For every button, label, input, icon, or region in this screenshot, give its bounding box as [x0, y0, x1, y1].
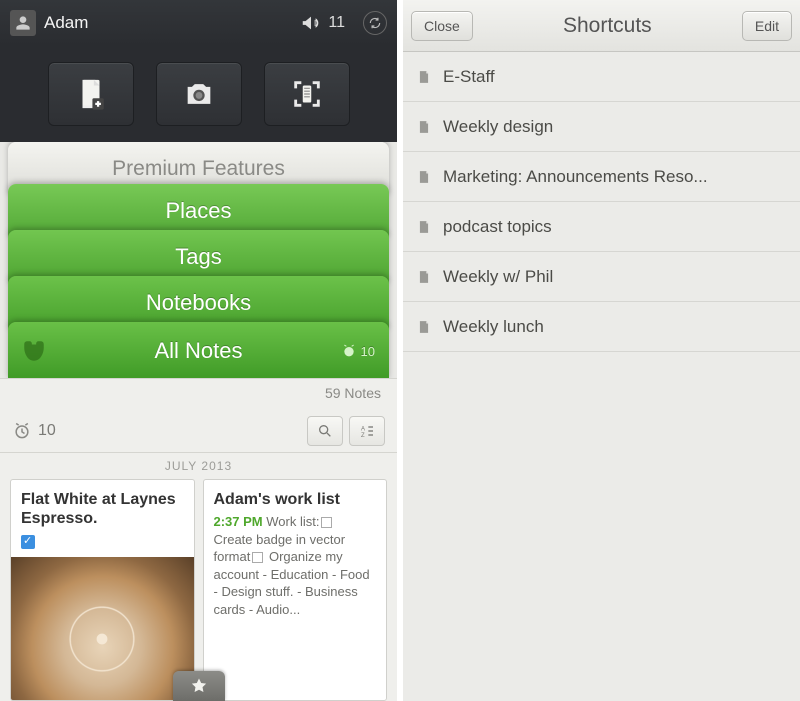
announcements-count: 11 — [328, 14, 345, 32]
shortcuts-pane: Close Shortcuts Edit E-Staff Weekly desi… — [403, 0, 800, 701]
reminders-filter[interactable]: 10 — [12, 421, 56, 441]
favorites-tab[interactable] — [173, 671, 225, 701]
premium-label: Premium Features — [112, 157, 285, 181]
svg-text:A: A — [361, 426, 365, 432]
note-card[interactable]: Flat White at Laynes Espresso. — [10, 479, 195, 701]
all-notes-reminder-badge: 10 — [341, 343, 375, 359]
section-drawer: Premium Features Places Tags Notebooks A… — [0, 142, 397, 701]
shortcut-item[interactable]: Weekly design — [403, 102, 800, 152]
note-icon — [417, 318, 431, 336]
trumpet-icon — [300, 12, 322, 34]
shortcut-item[interactable]: Marketing: Announcements Reso... — [403, 152, 800, 202]
shortcut-label: Weekly w/ Phil — [443, 267, 553, 287]
synced-check-icon — [21, 535, 35, 549]
sort-button[interactable]: AZ — [349, 416, 385, 446]
note-time: 2:37 PM — [214, 514, 263, 529]
notebooks-label: Notebooks — [146, 290, 251, 316]
top-bar: Adam 11 — [0, 0, 397, 46]
shortcut-item[interactable]: Weekly w/ Phil — [403, 252, 800, 302]
close-button[interactable]: Close — [411, 11, 473, 41]
note-icon — [417, 168, 431, 186]
checkbox-icon — [252, 552, 263, 563]
evernote-home-pane: Adam 11 Premi — [0, 0, 397, 701]
note-title: Adam's work list — [214, 490, 377, 509]
reminder-count: 10 — [38, 422, 56, 440]
alarm-icon — [341, 343, 357, 359]
edit-button[interactable]: Edit — [742, 11, 792, 41]
note-title: Flat White at Laynes Espresso. — [21, 490, 184, 528]
all-notes-card[interactable]: All Notes 10 — [8, 322, 389, 380]
note-icon — [417, 118, 431, 136]
search-icon — [317, 423, 333, 439]
shortcuts-title: Shortcuts — [473, 14, 742, 38]
shortcut-item[interactable]: E-Staff — [403, 52, 800, 102]
checkbox-icon — [321, 517, 332, 528]
reminder-count: 10 — [361, 344, 375, 359]
places-label: Places — [165, 198, 231, 224]
shortcut-item[interactable]: Weekly lunch — [403, 302, 800, 352]
note-thumbnail — [11, 557, 194, 701]
shortcut-item[interactable]: podcast topics — [403, 202, 800, 252]
notes-area: 59 Notes 10 AZ JULY 2013 Fl — [0, 378, 397, 701]
search-button[interactable] — [307, 416, 343, 446]
shortcut-label: Marketing: Announcements Reso... — [443, 167, 708, 187]
sort-az-icon: AZ — [359, 423, 375, 439]
username-label[interactable]: Adam — [44, 13, 88, 33]
new-note-icon — [74, 77, 108, 111]
scan-icon — [290, 77, 324, 111]
shortcut-label: Weekly design — [443, 117, 553, 137]
note-icon — [417, 68, 431, 86]
alarm-icon — [12, 421, 32, 441]
shortcuts-list[interactable]: E-Staff Weekly design Marketing: Announc… — [403, 52, 800, 701]
shortcut-label: E-Staff — [443, 67, 495, 87]
date-section-label: JULY 2013 — [0, 459, 397, 473]
all-notes-label: All Notes — [154, 338, 242, 364]
note-icon — [417, 268, 431, 286]
shortcut-label: podcast topics — [443, 217, 552, 237]
shortcuts-header: Close Shortcuts Edit — [403, 0, 800, 52]
note-body: 2:37 PM Work list: Create badge in vecto… — [214, 513, 377, 618]
note-lead: Work list: — [266, 514, 319, 529]
note-icon — [417, 218, 431, 236]
new-note-button[interactable] — [48, 62, 134, 126]
note-card[interactable]: Adam's work list 2:37 PM Work list: Crea… — [203, 479, 388, 701]
evernote-logo-icon — [20, 337, 48, 365]
svg-text:Z: Z — [361, 433, 365, 439]
camera-icon — [182, 77, 216, 111]
scan-button[interactable] — [264, 62, 350, 126]
notes-toolbar: 10 AZ — [0, 409, 397, 453]
shortcut-label: Weekly lunch — [443, 317, 544, 337]
avatar[interactable] — [10, 10, 36, 36]
camera-button[interactable] — [156, 62, 242, 126]
quick-action-row — [0, 46, 397, 142]
notes-count-label: 59 Notes — [325, 385, 381, 401]
star-icon — [190, 677, 208, 695]
announcements-button[interactable]: 11 — [300, 12, 345, 34]
sync-button[interactable] — [363, 11, 387, 35]
tags-label: Tags — [175, 244, 221, 270]
note-card-grid: Flat White at Laynes Espresso. Adam's wo… — [10, 479, 387, 701]
